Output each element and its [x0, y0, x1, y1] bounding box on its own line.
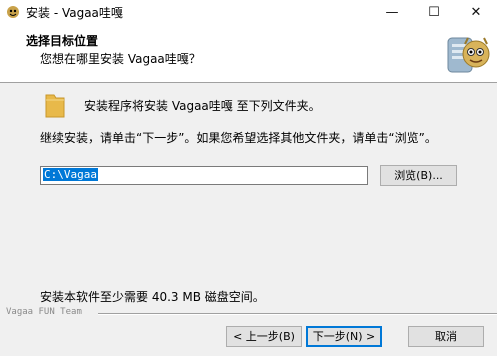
branding-text: Vagaa FUN Team: [6, 307, 82, 317]
disk-space-text: 安装本软件至少需要 40.3 MB 磁盘空间。: [40, 290, 265, 304]
wizard-header: 选择目标位置 您想在哪里安装 Vagaa哇嘎？: [0, 24, 497, 83]
close-button[interactable]: ✕: [455, 0, 497, 24]
vagaa-app-icon: [7, 6, 19, 18]
close-icon: ✕: [470, 4, 482, 20]
maximize-icon: ☐: [428, 4, 440, 20]
page-subtitle: 您想在哪里安装 Vagaa哇嘎？: [40, 52, 201, 66]
minimize-button[interactable]: —: [371, 0, 413, 24]
back-button[interactable]: < 上一步(B): [226, 326, 302, 347]
installer-window: 安装 - Vagaa哇嘎 — ☐ ✕ 选择目标位置 您想在哪里安装 Vagaa哇…: [0, 0, 497, 356]
window-title: 安装 - Vagaa哇嘎: [26, 6, 123, 20]
install-destination-text: 安装程序将安装 Vagaa哇嘎 至下列文件夹。: [84, 99, 321, 113]
folder-icon: [45, 94, 65, 118]
page-title: 选择目标位置: [26, 34, 99, 48]
instructions-text: 继续安装，请单击“下一步”。如果您希望选择其他文件夹，请单击“浏览”。: [40, 131, 437, 145]
minimize-icon: —: [385, 4, 399, 20]
install-path-input[interactable]: C:\Vagaa: [40, 166, 368, 185]
wizard-body: 安装程序将安装 Vagaa哇嘎 至下列文件夹。 继续安装，请单击“下一步”。如果…: [0, 83, 497, 308]
maximize-button[interactable]: ☐: [413, 0, 455, 24]
title-bar[interactable]: 安装 - Vagaa哇嘎 — ☐ ✕: [0, 0, 497, 24]
install-path-value: C:\Vagaa: [43, 168, 98, 181]
vagaa-mascot-icon: [447, 37, 490, 73]
footer-divider: [98, 313, 497, 315]
cancel-button[interactable]: 取消: [408, 326, 484, 347]
next-button[interactable]: 下一步(N) >: [306, 326, 382, 347]
browse-button[interactable]: 浏览(B)...: [380, 165, 457, 186]
